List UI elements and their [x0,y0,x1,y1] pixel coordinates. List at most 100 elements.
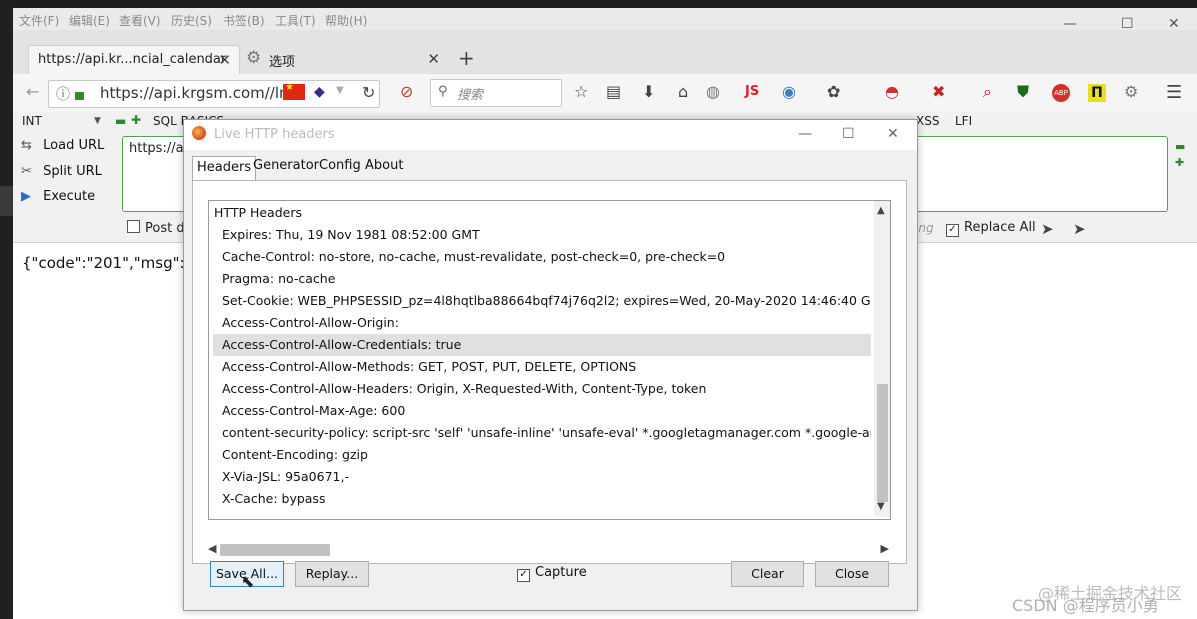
tab-api[interactable]: https://api.kr...ncial_calendar ✕ [28,45,240,75]
search-box[interactable]: ⚲ 搜索 [430,79,562,107]
extension-diamond-icon[interactable]: ◆ [314,84,325,100]
info-icon[interactable]: ⓘ [56,84,70,104]
checkbox-box[interactable] [127,220,140,233]
header-row[interactable]: Cache-Control: no-store, no-cache, must-… [213,246,871,268]
firefox-icon [192,126,206,140]
china-flag-icon: ★ [283,82,305,100]
header-row[interactable]: Access-Control-Allow-Origin: [213,312,871,334]
menu-bookmarks[interactable]: 书签(B) [223,12,265,29]
dialog-title: Live HTTP headers [214,127,335,142]
expand-icon[interactable]: ✚ [1175,156,1184,169]
close-tab-icon[interactable]: ✕ [218,51,231,69]
close-button[interactable]: Close [815,561,889,587]
js-icon[interactable]: JS [745,84,759,99]
addon-icon[interactable]: ⊘ [400,82,413,101]
load-url-icon: ⇆ [21,138,32,153]
home-icon[interactable]: ⌂ [678,82,688,101]
header-row[interactable]: X-Via-JSL: 95a0671,- [213,466,871,488]
vertical-scrollbar[interactable]: ▲ ▼ [874,201,890,517]
clear-button[interactable]: Clear [731,561,804,587]
tab-generator-label: Generator [253,158,320,173]
tab-about[interactable]: About [361,158,407,180]
post-data-checkbox[interactable]: Post d [127,220,185,236]
chrome-ext-icon[interactable]: ◉ [782,82,796,101]
menu-file[interactable]: 文件(F) [19,12,59,29]
globe-icon[interactable]: ◍ [706,82,720,101]
star-icon[interactable]: ☆ [574,82,588,101]
header-row[interactable]: content-security-policy: script-src 'sel… [213,422,871,444]
header-row[interactable]: Content-Encoding: gzip [213,444,871,466]
maximize-icon[interactable]: ☐ [842,126,855,142]
collapse-icon[interactable]: ▬ [1175,140,1185,153]
shield-icon[interactable]: ⛊ [1017,82,1029,102]
replace-arrow-icon[interactable]: ➤ [1041,220,1054,238]
header-row[interactable]: X-Cache: bypass [213,488,871,510]
url-bar[interactable]: ⓘ https://api.krgsm.com//lnc ★ ◆ ▼ ↻ [48,80,380,108]
checkbox-box[interactable]: ✓ [946,224,959,237]
clear-label: Clear [751,566,784,581]
header-row[interactable]: Access-Control-Max-Age: 600 [213,400,871,422]
hackbar-menu-xss[interactable]: XSS [916,114,939,128]
chevron-right-icon[interactable]: ▶ [881,542,889,555]
new-tab-icon[interactable]: + [458,46,475,70]
header-row[interactable]: Set-Cookie: WEB_PHPSESSID_pz=4l8hqtlba88… [213,290,871,312]
capture-checkbox[interactable]: ✓ Capture [517,565,587,582]
load-url-label: Load URL [43,138,105,153]
download-icon[interactable]: ⬇ [642,82,655,101]
minimize-icon[interactable]: — [798,126,812,142]
header-text: Pragma: no-cache [222,271,336,286]
load-url-button[interactable]: ⇆ Load URL [21,138,104,158]
header-text: X-Via-JSL: 95a0671,- [222,469,349,484]
close-tab-icon[interactable]: ✕ [427,50,440,68]
tab-config[interactable]: Config [315,158,365,180]
horizontal-scrollbar[interactable]: ◀ ▶ [208,541,889,558]
execute-button[interactable]: ▶ Execute [21,189,95,209]
menu-help[interactable]: 帮助(H) [325,12,367,29]
gear-icon[interactable]: ⚙ [1124,82,1138,101]
header-text: Cache-Control: no-store, no-cache, must-… [222,249,726,264]
replay-button[interactable]: Replay... [295,561,369,587]
plus-icon[interactable]: ✚ [131,113,141,127]
tab-headers[interactable]: Headers [192,156,257,181]
dropdown-icon[interactable]: ▼ [336,85,344,96]
hackbar-select[interactable]: INT ▼ [22,114,107,130]
cross-icon[interactable]: ✖ [932,82,945,101]
headers-list[interactable]: HTTP Headers Expires: Thu, 19 Nov 1981 0… [208,200,891,520]
replace-arrow-icon-2[interactable]: ➤ [1073,220,1086,238]
dialog-title-bar[interactable]: Live HTTP headers — ☐ ✕ [184,120,917,150]
header-row[interactable]: Access-Control-Allow-Headers: Origin, X-… [213,378,871,400]
menu-tools[interactable]: 工具(T) [275,12,316,29]
checkbox-box[interactable]: ✓ [517,569,530,582]
magnifier-icon[interactable]: ⌕ [983,82,992,102]
n-icon[interactable]: П [1088,84,1106,102]
scrollbar-thumb[interactable] [220,544,330,556]
scrollbar-thumb[interactable] [877,384,888,502]
reading-list-icon[interactable]: ▤ [606,82,621,101]
header-row[interactable]: Expires: Thu, 19 Nov 1981 08:52:00 GMT [213,224,871,246]
menu-view[interactable]: 查看(V) [119,12,161,29]
chevron-left-icon[interactable]: ◀ [208,542,216,555]
header-row[interactable]: Access-Control-Allow-Methods: GET, POST,… [213,356,871,378]
desktop-top-edge [0,0,1197,8]
hackbar-menu-lfi[interactable]: LFI [955,114,972,128]
tab-generator[interactable]: Generator [249,158,323,180]
menu-edit[interactable]: 编辑(E) [69,12,110,29]
hamburger-menu-icon[interactable]: ☰ [1166,82,1182,103]
menu-history[interactable]: 历史(S) [171,12,212,29]
adblock-icon[interactable]: ABP [1052,84,1070,102]
replace-all-checkbox[interactable]: ✓ Replace All [946,220,1036,237]
header-row[interactable]: Pragma: no-cache [213,268,871,290]
chevron-down-icon[interactable]: ▼ [877,501,885,512]
chevron-up-icon[interactable]: ▲ [877,205,885,216]
play-icon: ▶ [21,189,31,204]
header-row-selected[interactable]: Access-Control-Allow-Credentials: true [213,334,871,356]
close-label: Close [834,566,870,581]
palette-icon[interactable]: ✿ [827,82,840,101]
close-icon[interactable]: ✕ [887,126,899,142]
split-url-button[interactable]: ✂ Split URL [21,164,102,184]
tab-options[interactable]: ⚙ 选项 ✕ [240,45,448,74]
back-arrow-icon[interactable]: ← [26,82,39,101]
minus-icon[interactable]: ▬ [115,114,126,128]
reload-icon[interactable]: ↻ [362,83,375,102]
hat-icon[interactable]: ◓ [885,82,899,101]
